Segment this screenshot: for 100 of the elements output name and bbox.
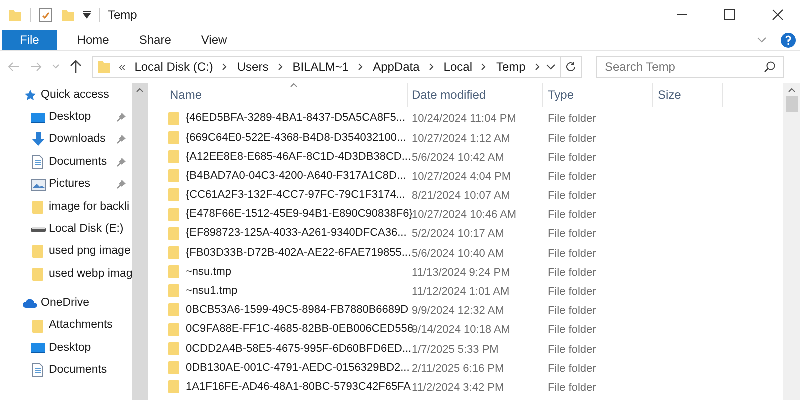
breadcrumb[interactable]: Local Disk (C:) (134, 58, 214, 76)
file-name: {CC61A2F3-132F-4CC7-97FC-79C1F3174... (186, 188, 406, 204)
sidebar-item[interactable]: Desktop (49, 108, 117, 126)
scroll-thumb[interactable] (786, 96, 798, 112)
column-header[interactable]: Date modified (412, 86, 486, 104)
overflow-chevron[interactable]: « (119, 58, 126, 76)
folder-icon (32, 200, 44, 215)
file-row[interactable]: 0C9FA88E-FF1C-4685-82BB-0EB006CED5569/14/2024 10:18 AM File folder (164, 320, 723, 340)
date-modified: 9/14/2024 10:18 AM (412, 324, 510, 336)
folder-icon (32, 318, 44, 334)
folder-icon (168, 284, 180, 298)
file-row[interactable]: {FB03D33B-D72B-402A-AE22-6FAE719855...5/6/2024 10:40 AM File folder (164, 243, 723, 262)
folder-icon (168, 342, 180, 356)
chevron-right-icon[interactable] (534, 63, 541, 71)
close-icon[interactable] (772, 9, 784, 21)
scrollbar[interactable] (783, 83, 800, 400)
file-row[interactable]: {46ED5BFA-3289-4BA1-8437-D5A5CA8F5... 10/24/2024 11:04 PM File folder (164, 109, 723, 128)
column-header[interactable]: Size (658, 86, 682, 104)
folder-icon (168, 112, 180, 126)
ribbon-tab[interactable]: Share (127, 30, 184, 50)
file-row[interactable]: {E478F66E-1512-45E9-94B1-E890C90838F6}10/27/2024 10:46 AM File folder (164, 204, 723, 224)
scroll-up-icon[interactable] (136, 87, 144, 93)
breadcrumb[interactable]: BILALM~1 (292, 58, 350, 76)
chevron-right-icon[interactable] (428, 63, 435, 71)
chevron-right-icon[interactable] (278, 63, 284, 71)
file-type: File folder (548, 113, 596, 126)
file-name: {E478F66E-1512-45E9-94B1-E890C90838F6} (186, 207, 413, 222)
file-type: File folder (548, 286, 596, 298)
scrollbar[interactable] (132, 83, 148, 400)
sidebar-item[interactable]: image for backli (49, 198, 132, 216)
address-bar[interactable]: « Local Disk (C:) Users BILALM~1 AppData Local Temp (92, 56, 582, 78)
breadcrumb[interactable]: AppData (373, 58, 420, 76)
file-row[interactable]: {EF898723-125A-4033-A261-9340DFCA36... 5/2/2024 10:17 AM File folder (164, 224, 723, 244)
file-name: {FB03D33B-D72B-402A-AE22-6FAE719855... (186, 246, 412, 261)
sidebar-item[interactable]: used png image (49, 243, 132, 261)
date-modified: 2/11/2025 6:16 PM (412, 362, 504, 375)
chevron-down-icon[interactable] (546, 62, 556, 72)
sidebar-item[interactable]: Documents (49, 362, 132, 380)
chevron-right-icon[interactable] (481, 63, 488, 71)
file-name: 0CDD2A4B-58E5-4675-995F-6D60BFD6ED... (186, 342, 412, 357)
sidebar-item[interactable]: Documents (49, 154, 117, 171)
file-name: 0C9FA88E-FF1C-4685-82BB-0EB006CED556 (186, 322, 414, 338)
file-type: File folder (548, 132, 596, 145)
sidebar-item[interactable]: used webp imag (49, 266, 133, 283)
search-icon (764, 61, 776, 73)
folder-icon (168, 188, 180, 202)
sidebar-item[interactable]: Attachments (49, 317, 132, 335)
maximize-icon[interactable] (724, 9, 736, 21)
file-row[interactable]: {CC61A2F3-132F-4CC7-97FC-79C1F3174... 8/21/2024 10:07 AM File folder (164, 186, 723, 205)
up-arrow-icon[interactable] (70, 60, 82, 74)
sidebar-item[interactable]: Quick access (41, 86, 132, 104)
document-icon (32, 363, 44, 378)
ribbon-tab[interactable]: View (189, 30, 240, 50)
date-modified: 8/21/2024 10:07 AM (412, 190, 510, 202)
column-header[interactable]: Type (548, 86, 574, 104)
ribbon-tab[interactable]: Home (65, 30, 122, 50)
folder-icon (168, 303, 180, 318)
checklist-icon[interactable] (39, 7, 53, 23)
file-row[interactable]: {A12EE8E8-E685-46AF-8C1D-4D3DB38CD...5/6/2024 10:42 AM File folder (164, 147, 723, 167)
dropdown-icon[interactable] (83, 11, 91, 19)
down-arrow-icon (30, 132, 46, 148)
file-row[interactable]: 0DB130AE-001C-4791-AEDC-0156329BD2... 2/11/2025 6:16 PM File folder (164, 358, 723, 378)
scroll-up-icon[interactable] (788, 87, 796, 93)
file-row[interactable]: 0CDD2A4B-58E5-4675-995F-6D60BFD6ED...1/7/2025 5:33 PM File folder (164, 339, 723, 358)
file-name: {A12EE8E8-E685-46AF-8C1D-4D3DB38CD... (186, 150, 412, 165)
file-type: File folder (548, 170, 596, 183)
chevron-right-icon[interactable] (358, 63, 364, 71)
file-row[interactable]: 1A1F16FE-AD46-48A1-80BC-5793C42F65FA11/2/2024 3:42 PM File folder (164, 378, 723, 397)
file-row[interactable]: ~nsu1.tmp 11/12/2024 1:01 AM File folder (164, 282, 723, 301)
file-type: File folder (548, 362, 596, 375)
column-header[interactable]: Name (170, 86, 202, 104)
date-modified: 11/2/2024 3:42 PM (412, 382, 504, 394)
desktop-icon (30, 342, 46, 354)
file-row[interactable]: {669C64E0-522E-4368-B4D8-D354032100... 10/27/2024 1:12 AM File folder (164, 128, 723, 148)
file-name: {669C64E0-522E-4368-B4D8-D354032100... (186, 130, 406, 146)
breadcrumb[interactable]: Local (444, 58, 472, 76)
file-name: 0DB130AE-001C-4791-AEDC-0156329BD2... (186, 360, 410, 376)
help-icon[interactable] (781, 32, 796, 48)
file-type: File folder (548, 152, 596, 164)
file-name: 0BCB53A6-1599-49C5-8984-FB7880B6689D (186, 303, 409, 318)
sidebar-item[interactable]: Desktop (49, 340, 132, 358)
search-field[interactable]: Search Temp (596, 56, 784, 78)
file-name: ~nsu.tmp (186, 264, 232, 280)
folder-icon (168, 246, 180, 260)
date-modified: 10/27/2024 1:12 AM (412, 132, 510, 145)
date-modified: 5/6/2024 10:42 AM (412, 152, 504, 164)
file-row[interactable]: {B4BAD7A0-04C3-4200-A640-F317A1C8D... 10/27/2024 4:04 PM File folder (164, 166, 723, 186)
sidebar-item[interactable]: Downloads (49, 131, 117, 149)
file-row[interactable]: 0BCB53A6-1599-49C5-8984-FB7880B6689D 9/9/2024 12:32 AM File folder (164, 300, 723, 320)
sidebar-item[interactable]: Pictures (49, 176, 117, 194)
sidebar-item[interactable]: Local Disk (E:) (49, 220, 132, 238)
file-name: {EF898723-125A-4033-A261-9340DFCA36... (186, 226, 407, 242)
file-type: File folder (548, 209, 596, 222)
sidebar-item[interactable]: OneDrive (41, 295, 132, 312)
breadcrumb[interactable]: Users (237, 58, 269, 76)
file-row[interactable]: ~nsu.tmp 11/13/2024 9:24 PM File folder (164, 262, 723, 282)
breadcrumb[interactable]: Temp (496, 58, 526, 76)
refresh-icon[interactable] (565, 61, 577, 73)
chevron-right-icon[interactable] (222, 63, 228, 71)
ribbon-tab[interactable]: File (2, 30, 58, 50)
